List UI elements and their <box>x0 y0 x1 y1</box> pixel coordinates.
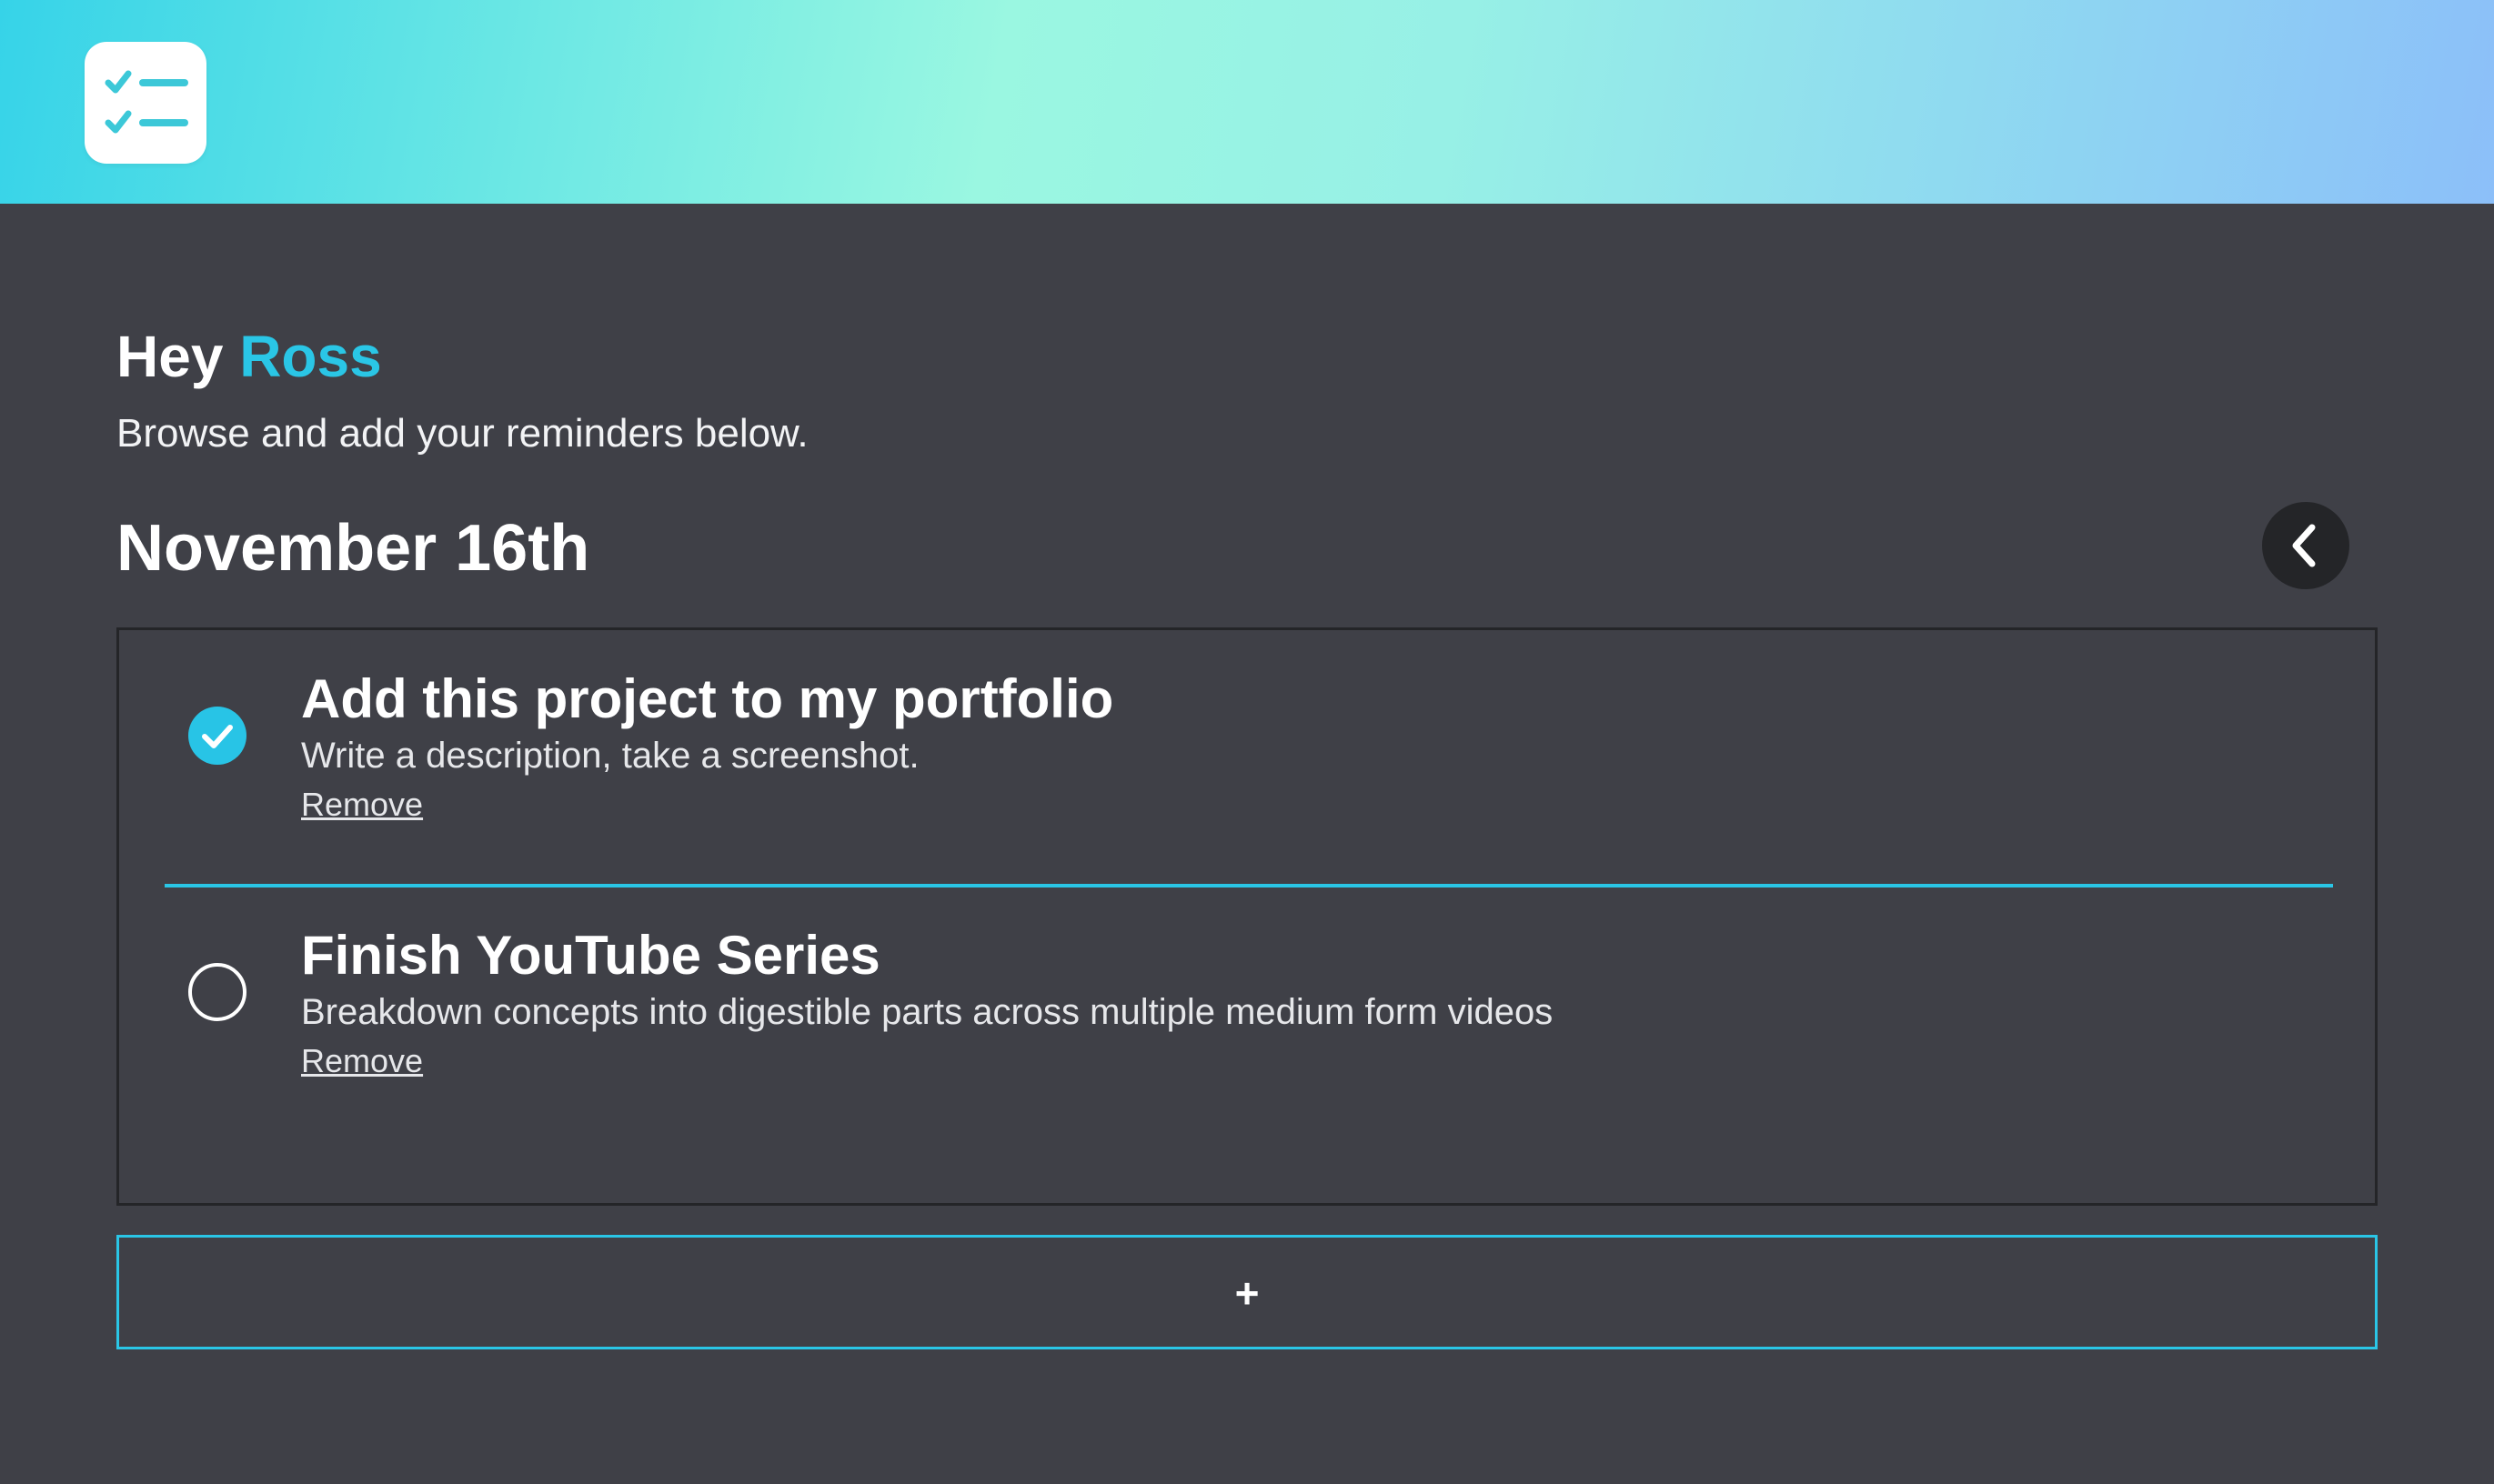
user-name: Ross <box>239 324 382 389</box>
reminder-item: Add this project to my portfolio Write a… <box>119 667 2375 848</box>
reminder-title: Add this project to my portfolio <box>301 668 1114 729</box>
greeting-prefix: Hey <box>116 324 240 389</box>
reminders-list: Add this project to my portfolio Write a… <box>116 627 2378 1206</box>
reminder-description: Breakdown concepts into digestible parts… <box>301 992 1554 1032</box>
remove-reminder-link[interactable]: Remove <box>301 785 423 825</box>
previous-day-button[interactable] <box>2262 502 2349 589</box>
reminder-description: Write a description, take a screenshot. <box>301 736 920 776</box>
greeting-subtitle: Browse and add your reminders below. <box>116 411 809 456</box>
chevron-left-icon <box>2292 524 2316 567</box>
reminder-divider <box>165 884 2333 887</box>
checklist-icon <box>105 70 188 134</box>
add-reminder-button[interactable]: + <box>116 1235 2378 1349</box>
reminder-checkbox-unchecked[interactable] <box>188 963 246 1021</box>
greeting-heading: Hey Ross <box>116 322 382 391</box>
header-banner <box>0 0 2494 204</box>
app-logo <box>85 42 206 164</box>
reminder-checkbox-checked[interactable] <box>188 707 246 765</box>
date-title: November 16th <box>116 512 590 585</box>
checkmark-icon <box>202 725 233 748</box>
add-reminder-label: + <box>1234 1269 1260 1317</box>
reminder-item: Finish YouTube Series Breakdown concepts… <box>119 923 2375 1105</box>
reminder-title: Finish YouTube Series <box>301 925 880 986</box>
remove-reminder-link[interactable]: Remove <box>301 1041 423 1081</box>
